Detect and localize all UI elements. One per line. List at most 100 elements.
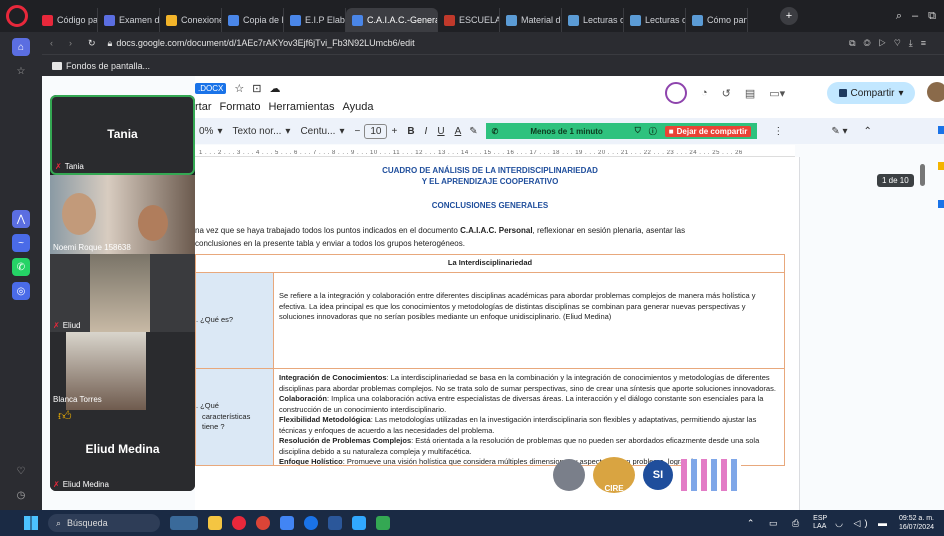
chat-icon[interactable] [304, 516, 318, 530]
bookmark-item[interactable]: Fondos de pantalla... [66, 61, 150, 71]
keep-icon[interactable] [938, 162, 944, 170]
taskbar-search[interactable]: ⌕ Búsqueda [48, 514, 160, 532]
network-volume-icons[interactable]: ◡ ◁) ▬ [835, 518, 891, 529]
characteristic-item: Colaboración: Implica una colaboración a… [279, 394, 764, 414]
menu-item[interactable]: Herramientas [268, 101, 334, 113]
window-icon[interactable]: ⧉ [928, 10, 936, 23]
star-icon[interactable]: ☆ [12, 62, 30, 80]
clock-icon[interactable]: ◷ [12, 486, 30, 504]
browser-tab[interactable]: Material de ap [500, 8, 562, 32]
participant-tile-blanca[interactable]: Blanca Torres 👍︎ [50, 332, 195, 430]
unam-seal-icon [553, 459, 585, 491]
tasks-icon[interactable] [938, 200, 944, 208]
browser-tab[interactable]: Conexiones 5° [160, 8, 222, 32]
row2-content[interactable]: Integración de Conocimientos: La interdi… [273, 368, 785, 466]
clock[interactable]: 09:52 a. m. 16/07/2024 [899, 514, 934, 532]
text-color-button[interactable]: A [455, 126, 462, 137]
opera-taskbar-icon[interactable] [232, 516, 246, 530]
bold-button[interactable]: B [407, 126, 414, 137]
tab-favicon-icon [630, 14, 641, 26]
forward-icon[interactable]: › [69, 38, 72, 48]
italic-button[interactable]: I [425, 126, 428, 137]
game-icon[interactable] [376, 516, 390, 530]
photoshop-icon[interactable] [352, 516, 366, 530]
minimize-icon[interactable]: – [912, 10, 918, 22]
cloud-icon[interactable]: ☁︎ [269, 82, 280, 95]
more-options-icon[interactable]: ⋮ [773, 126, 783, 137]
document-page[interactable]: CUADRO DE ANÁLISIS DE LA INTERDISCIPLINA… [195, 157, 800, 510]
comment-icon[interactable]: ▤ [745, 87, 755, 100]
people-icon[interactable]: ◔ [701, 87, 708, 99]
highlight-icon[interactable]: ✎ [469, 126, 477, 137]
mic-off-icon: ✗ [53, 480, 60, 489]
characteristic-item: Flexibilidad Metodológica: Las metodolog… [279, 415, 757, 435]
row1-content[interactable]: Se refiere a la integración y colaboraci… [273, 272, 785, 369]
messenger-icon[interactable]: ~ [12, 234, 30, 252]
heart-icon[interactable]: ♡ [12, 462, 30, 480]
tab-favicon-icon [568, 14, 579, 26]
menu-item[interactable]: Ayuda [343, 101, 374, 113]
lock-share-icon [838, 89, 847, 97]
toolbar-icons[interactable]: ⧉◎▷♡⤓≡ [849, 38, 934, 49]
characteristic-item: Resolución de Problemas Complejos: Está … [279, 436, 760, 456]
opera-menu-button[interactable] [6, 5, 28, 27]
meet-emoji-icon[interactable] [665, 82, 687, 104]
participant-tile-eliud[interactable]: ✗ Eliud [50, 254, 195, 332]
back-icon[interactable]: ‹ [50, 38, 53, 48]
edit-mode-icon[interactable]: ✎ ▾ [831, 126, 847, 137]
instagram-icon[interactable]: ◎ [12, 282, 30, 300]
browser-tab[interactable]: Examen de 2° [98, 8, 160, 32]
participant-tile-tania[interactable]: Tania ✗ Tania [50, 95, 195, 175]
new-tab-button[interactable]: + [780, 7, 798, 25]
format-toolbar: 0% ▾ Texto nor... ▾ Centu... ▾ − 10 + B … [195, 118, 944, 144]
stop-sharing-button[interactable]: ■ Dejar de compartir [664, 125, 752, 137]
home-icon[interactable]: ⌂ [12, 38, 30, 56]
browser-tab[interactable]: Código para i [36, 8, 98, 32]
windows-start-icon[interactable] [24, 516, 38, 530]
meet-video-icon[interactable]: ▭▾ [769, 87, 785, 100]
vertical-scrollbar[interactable] [920, 164, 925, 186]
whatsapp-icon[interactable]: ✆ [12, 258, 30, 276]
font-size-minus[interactable]: − [355, 126, 361, 137]
participant-tile-noemi[interactable]: Noemi Roque 158638 [50, 175, 195, 254]
reload-icon[interactable]: ↻ [88, 38, 96, 49]
browser-tab[interactable]: Copia de Roq [222, 8, 284, 32]
browser-tab[interactable]: E.I.P Elaborac [284, 8, 346, 32]
tab-favicon-icon [444, 14, 455, 26]
browser-tab[interactable]: C.A.I.A.C.-General.docx [346, 8, 438, 32]
font-size-input[interactable]: 10 [364, 123, 388, 139]
browser-tab[interactable]: Cómo particip [686, 8, 748, 32]
participant-face [138, 205, 168, 241]
explorer-icon[interactable] [208, 516, 222, 530]
star-doc-icon[interactable]: ☆ [234, 82, 244, 95]
font-select[interactable]: Centu... [300, 126, 335, 137]
font-size-plus[interactable]: + [391, 126, 397, 137]
horizontal-ruler[interactable]: 1 . . . 2 . . . 3 . . . 4 . . . 5 . . . … [195, 145, 795, 157]
aria-icon[interactable]: ⋀ [12, 210, 30, 228]
interdisciplinarity-table: La Interdisciplinariedad . ¿Qué es? Se r… [195, 254, 785, 466]
move-folder-icon[interactable]: ⊡ [252, 82, 261, 95]
docs-icon[interactable] [280, 516, 294, 530]
browser-tab[interactable]: Lecturas oblig [624, 8, 686, 32]
url-text[interactable]: docs.google.com/document/d/1AEc7rAKYov3E… [116, 38, 414, 48]
language-indicator[interactable]: ESP LAA [813, 515, 827, 531]
style-select[interactable]: Texto nor... [232, 126, 281, 137]
search-icon[interactable]: ⌕ [896, 10, 902, 23]
browser-tab[interactable]: ESCUELA BEN [438, 8, 500, 32]
participant-tile-eliud-medina[interactable]: Eliud Medina ✗ Eliud Medina [50, 430, 195, 491]
word-icon[interactable] [328, 516, 342, 530]
user-avatar[interactable] [927, 82, 944, 102]
calendar-icon[interactable] [938, 126, 944, 134]
participant-video [90, 254, 150, 332]
tray-icons[interactable]: ⌃ ▭ ⎙ [747, 518, 805, 529]
zoom-select[interactable]: 0% [199, 126, 213, 137]
menu-item[interactable]: Formato [220, 101, 261, 113]
widget-icon[interactable] [170, 516, 198, 530]
browser-tab[interactable]: Lecturas oblig [562, 8, 624, 32]
share-button[interactable]: Compartir ▾ [827, 82, 915, 104]
menu-item[interactable]: rtar [195, 101, 212, 113]
history-icon[interactable]: ↺ [722, 87, 731, 100]
underline-button[interactable]: U [437, 126, 444, 137]
collapse-icon[interactable]: ⌃ [864, 126, 872, 137]
chrome-icon[interactable] [256, 516, 270, 530]
